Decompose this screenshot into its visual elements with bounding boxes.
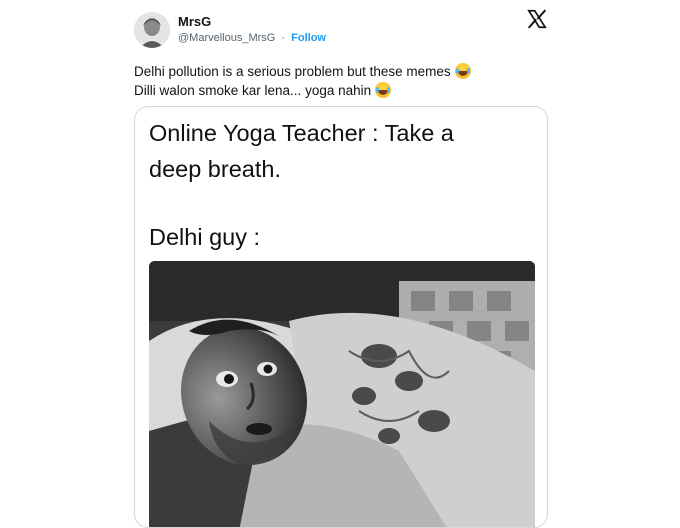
display-name[interactable]: MrsG	[178, 14, 211, 29]
meme-caption: Online Yoga Teacher : Take a deep breath.…	[149, 115, 454, 255]
user-handle[interactable]: @Marvellous_MrsG	[178, 32, 275, 44]
meme-caption-line-2: deep breath.	[149, 156, 281, 182]
media-card[interactable]: Online Yoga Teacher : Take a deep breath.…	[134, 106, 548, 528]
meme-caption-line-1: Online Yoga Teacher : Take a	[149, 120, 454, 146]
meme-photo[interactable]	[149, 261, 535, 527]
tweet-line-2: Dilli walon smoke kar lena... yoga nahin	[134, 81, 471, 100]
tweet-line-1: Delhi pollution is a serious problem but…	[134, 62, 471, 81]
avatar[interactable]	[134, 12, 170, 48]
face-with-tears-of-joy-icon	[375, 82, 392, 98]
man-lying-in-bed-image	[149, 261, 535, 527]
tweet-text: Delhi pollution is a serious problem but…	[134, 62, 471, 100]
avatar-image	[134, 12, 170, 48]
x-logo-icon[interactable]	[526, 8, 548, 30]
handle-line: @Marvellous_MrsG · Follow	[178, 32, 326, 44]
meme-caption-line-3: Delhi guy :	[149, 224, 261, 250]
tweet-line-1-text: Delhi pollution is a serious problem but…	[134, 64, 451, 79]
separator-dot: ·	[281, 32, 286, 44]
follow-button[interactable]: Follow	[291, 32, 326, 44]
face-with-tears-of-joy-icon	[454, 63, 471, 79]
tweet-line-2-text: Dilli walon smoke kar lena... yoga nahin	[134, 83, 372, 98]
